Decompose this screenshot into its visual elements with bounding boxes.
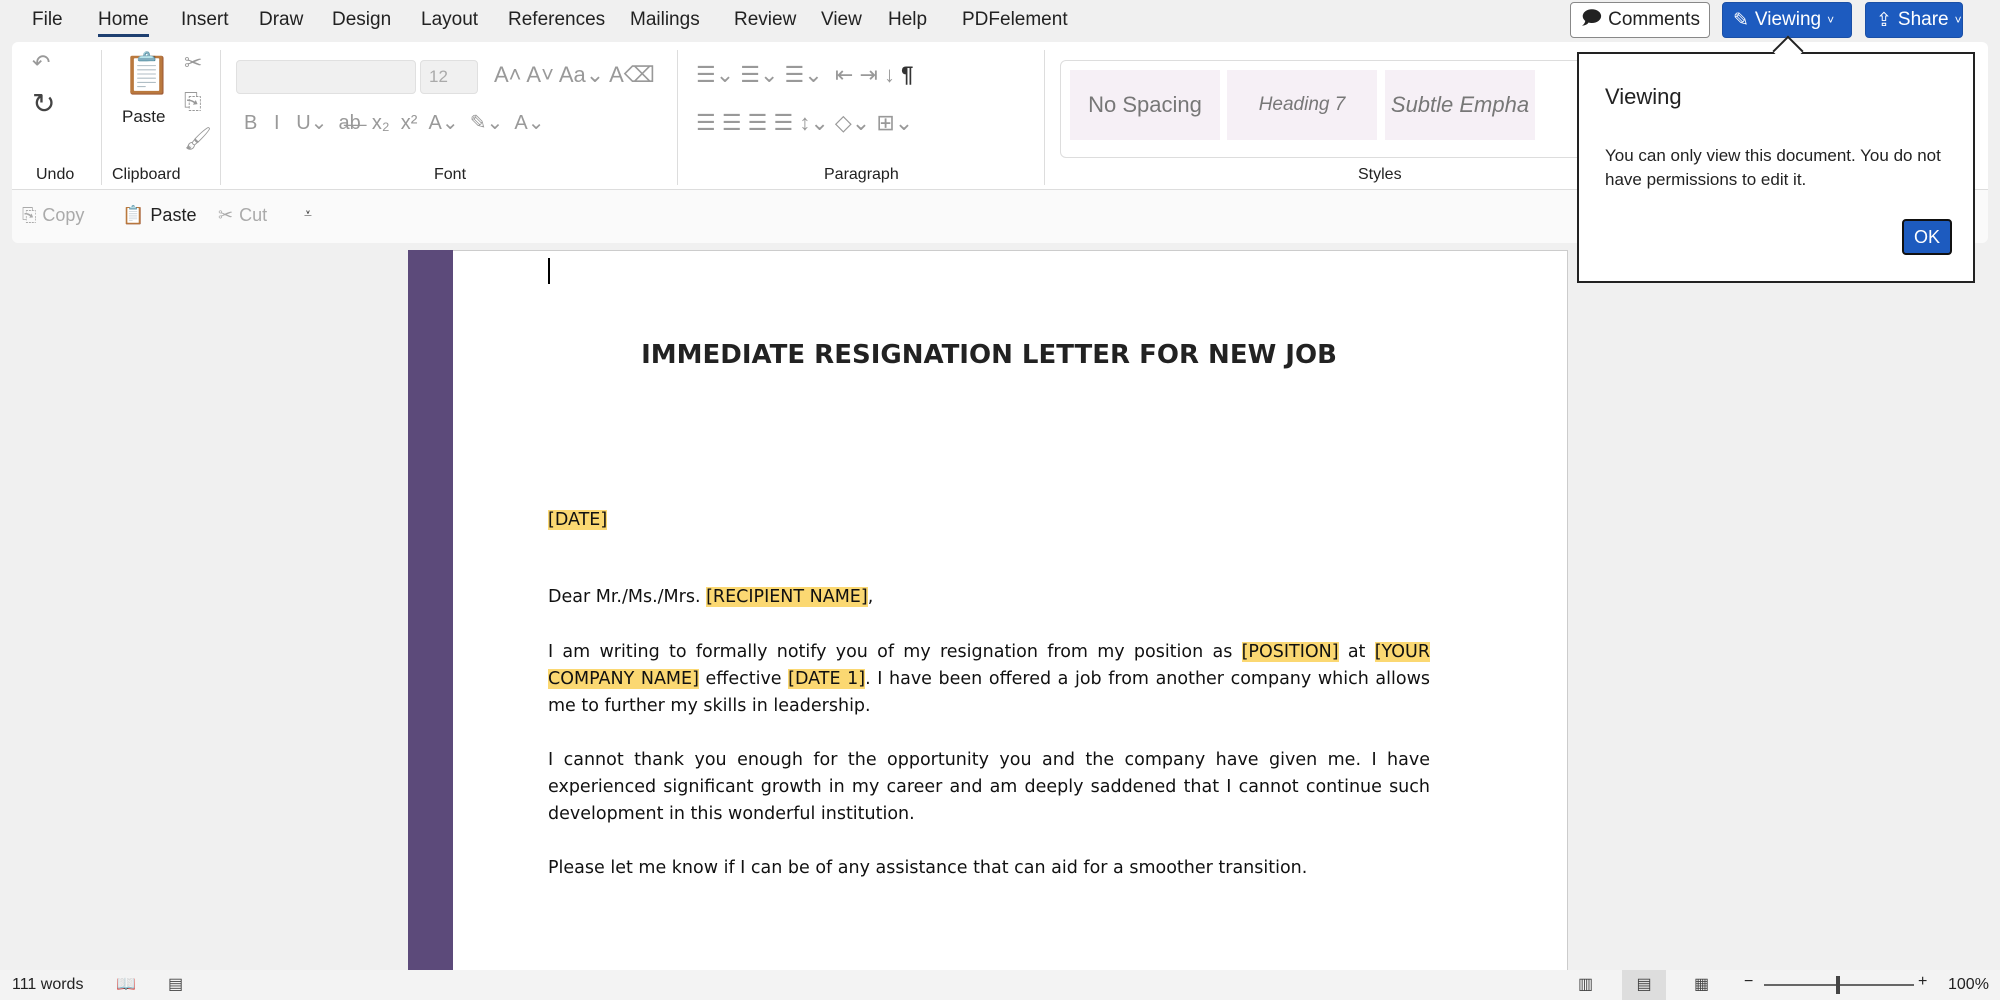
undo-icon[interactable]: ↶	[32, 50, 50, 76]
divider	[101, 50, 102, 185]
share-label: Share	[1897, 9, 1949, 30]
salutation-text: Dear Mr./Ms./Mrs.	[548, 587, 707, 607]
tab-view[interactable]: View	[821, 9, 862, 31]
cut-icon[interactable]: ✂	[184, 50, 202, 76]
p1-text: effective	[698, 669, 789, 689]
divider	[1044, 50, 1045, 185]
paragraph-2: I cannot thank you enough for the opport…	[548, 750, 1430, 824]
paste-button-quick[interactable]: 📋 Paste	[122, 205, 196, 226]
zoom-out-button[interactable]: −	[1744, 973, 1753, 991]
comments-button[interactable]: 🗩 Comments	[1570, 2, 1710, 38]
page-side-bar	[408, 250, 453, 972]
divider	[220, 50, 221, 185]
date1-placeholder: [DATE 1]	[788, 669, 866, 689]
salutation: Dear Mr./Ms./Mrs. [RECIPIENT NAME],	[548, 584, 1430, 611]
chevron-down-icon: ˅	[1954, 13, 1962, 27]
salutation-comma: ,	[867, 587, 874, 607]
tab-references[interactable]: References	[508, 9, 605, 31]
copy-label: Copy	[42, 205, 85, 225]
status-bar: 111 words 📖 ▤ ▥ ▤ ▦ − + 100%	[0, 970, 2000, 1000]
tab-insert[interactable]: Insert	[181, 9, 229, 31]
cut-icon: ✂	[218, 205, 234, 225]
font-size-select[interactable]: 12	[420, 60, 478, 94]
format-painter-icon[interactable]: 🖌	[184, 126, 212, 152]
comments-label: Comments	[1608, 9, 1700, 30]
print-layout-icon[interactable]: ▤	[1622, 970, 1666, 1000]
menu-bar: File Home Insert Draw Design Layout Refe…	[0, 0, 2000, 42]
web-layout-icon[interactable]: ▦	[1694, 974, 1709, 994]
paste-icon: 📋	[122, 205, 145, 225]
paragraph-1: I am writing to formally notify you of m…	[548, 639, 1430, 720]
ok-button[interactable]: OK	[1902, 219, 1952, 255]
grow-font-icon[interactable]: A˄ A˅ Aa⌄ A⌫	[494, 62, 655, 88]
popup-title: Viewing	[1605, 84, 1682, 109]
divider	[677, 50, 678, 185]
group-label-font: Font	[434, 166, 467, 183]
tab-file[interactable]: File	[32, 9, 63, 31]
style-heading-7[interactable]: Heading 7	[1227, 70, 1377, 140]
share-icon: ⇪	[1876, 9, 1892, 31]
copy-icon[interactable]: ⎘	[184, 89, 202, 115]
group-label-clipboard: Clipboard	[112, 166, 181, 183]
paste-button[interactable]: Paste	[122, 107, 165, 127]
group-label-styles: Styles	[1358, 166, 1402, 183]
list-icons[interactable]: ☰⌄ ☰⌄ ☰⌄ ⇤ ⇥ ↓ ¶	[696, 62, 913, 88]
customize-toolbar-icon[interactable]: ⩡	[304, 205, 312, 222]
group-label-paragraph: Paragraph	[824, 166, 899, 183]
paste-label: Paste	[150, 205, 197, 225]
paste-icon[interactable]: 📋	[122, 50, 172, 97]
pen-icon: ✎	[1733, 9, 1749, 31]
zoom-level[interactable]: 100%	[1948, 976, 1989, 994]
tab-help[interactable]: Help	[888, 9, 927, 31]
date-line: [DATE]	[548, 507, 1430, 534]
cut-label: Cut	[239, 205, 268, 225]
zoom-in-button[interactable]: +	[1918, 973, 1927, 991]
tab-pdfelement[interactable]: PDFelement	[962, 9, 1068, 31]
accessibility-icon[interactable]: ▤	[168, 974, 183, 994]
position-placeholder: [POSITION]	[1241, 642, 1339, 662]
tab-mailings[interactable]: Mailings	[630, 9, 700, 31]
p1-text: at	[1338, 642, 1375, 662]
recipient-placeholder: [RECIPIENT NAME]	[706, 587, 868, 607]
proofing-icon[interactable]: 📖	[116, 974, 136, 994]
popup-message: You can only view this document. You do …	[1605, 146, 1941, 189]
word-count[interactable]: 111 words	[12, 976, 83, 994]
viewing-popup: Viewing You can only view this document.…	[1577, 35, 1975, 283]
align-icons[interactable]: ☰ ☰ ☰ ☰ ↕⌄ ◇⌄ ⊞⌄	[696, 110, 913, 136]
chevron-down-icon: ˅	[1827, 13, 1835, 27]
viewing-mode-button[interactable]: ✎ Viewing ˅	[1722, 2, 1852, 38]
share-button[interactable]: ⇪ Share ˅	[1865, 2, 1963, 38]
read-mode-icon[interactable]: ▥	[1578, 974, 1593, 994]
font-format-icons[interactable]: B I U⌄ a̶b̶ x₂ x² A⌄ ✎⌄ A⌄	[244, 110, 545, 135]
document-title: IMMEDIATE RESIGNATION LETTER FOR NEW JOB	[641, 340, 1337, 370]
viewing-label: Viewing	[1754, 9, 1822, 30]
zoom-slider-thumb[interactable]	[1836, 976, 1840, 994]
tab-draw[interactable]: Draw	[259, 9, 303, 31]
copy-icon: ⎘	[22, 205, 37, 225]
date-placeholder: [DATE]	[548, 510, 608, 530]
tab-design[interactable]: Design	[332, 9, 391, 31]
copy-button[interactable]: ⎘ Copy	[22, 205, 84, 226]
group-label-undo: Undo	[36, 166, 75, 183]
cut-button[interactable]: ✂ Cut	[218, 205, 267, 226]
comment-icon: 🗩	[1581, 8, 1603, 29]
tab-review[interactable]: Review	[734, 9, 796, 31]
font-name-select[interactable]	[236, 60, 416, 94]
paragraph-3: Please let me know if I can be of any as…	[548, 858, 1308, 878]
tab-layout[interactable]: Layout	[421, 9, 478, 31]
style-no-spacing[interactable]: No Spacing	[1070, 70, 1220, 140]
style-subtle-emphasis[interactable]: Subtle Empha	[1385, 70, 1535, 140]
tab-home[interactable]: Home	[98, 9, 149, 37]
text-cursor	[548, 258, 550, 284]
p1-text: I am writing to formally notify you of m…	[548, 642, 1242, 662]
redo-icon[interactable]: ↻	[32, 87, 55, 120]
